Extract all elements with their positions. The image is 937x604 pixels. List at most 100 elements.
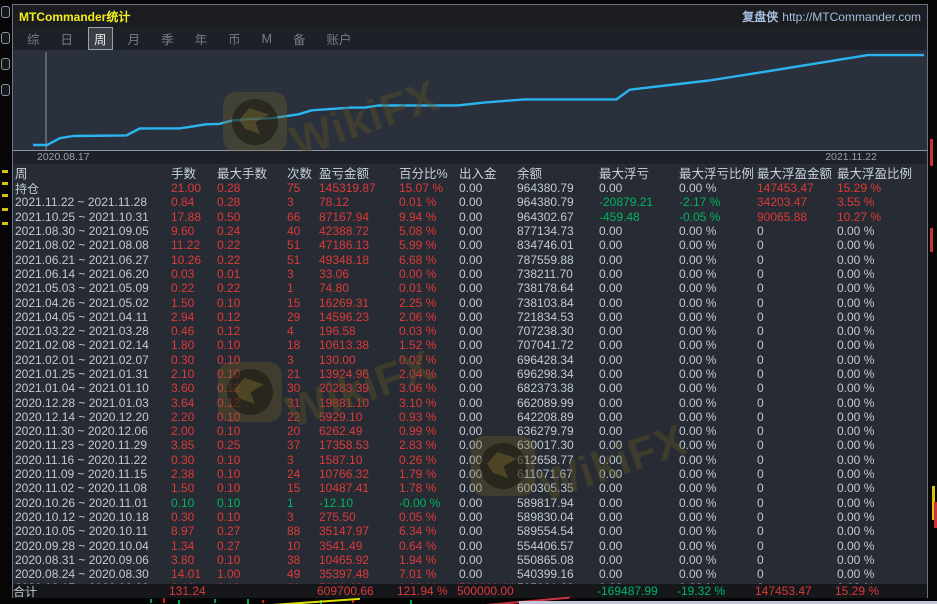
table-row[interactable]: 2021.02.01 ~ 2021.02.070.300.103130.000.… — [15, 353, 927, 367]
cell-deposit: 500000.00 — [457, 584, 515, 598]
cell-pnl: 10613.38 — [319, 338, 399, 352]
cell-deposit: 0.00 — [459, 553, 517, 567]
cell-period: 2020.10.12 ~ 2020.10.18 — [15, 510, 171, 524]
cell-lots: 1.34 — [171, 539, 217, 553]
cell-max_float_profit: 147453.47 — [757, 181, 837, 195]
table-row[interactable]: 合计131.24609700.66121.94 %500000.00-16948… — [13, 584, 927, 598]
menu-item-月[interactable]: 月 — [122, 27, 147, 50]
table-row[interactable]: 2021.06.14 ~ 2021.06.200.030.01333.060.0… — [15, 267, 927, 281]
cell-lots: 2.20 — [171, 410, 217, 424]
table-row[interactable]: 2020.10.12 ~ 2020.10.180.300.103275.500.… — [15, 510, 927, 524]
cell-max_float_profit: 0 — [757, 238, 837, 252]
cell-period: 2020.08.31 ~ 2020.09.06 — [15, 553, 171, 567]
table-row[interactable]: 持仓21.000.2875145319.8715.07 %0.00964380.… — [15, 181, 927, 195]
cell-max_lots: 0.10 — [217, 481, 287, 495]
cell-pct: 3.06 % — [399, 381, 459, 395]
menu-item-季[interactable]: 季 — [155, 27, 180, 50]
cell-deposit: 0.00 — [459, 267, 517, 281]
menu-item-M[interactable]: M — [256, 30, 278, 48]
table-row[interactable]: 2020.11.16 ~ 2020.11.220.300.1031587.100… — [15, 453, 927, 467]
table-row[interactable]: 2021.04.05 ~ 2021.04.112.940.122914596.2… — [15, 310, 927, 324]
cell-period: 2021.02.01 ~ 2021.02.07 — [15, 353, 171, 367]
cell-pnl: 5929.10 — [319, 410, 399, 424]
table-row[interactable]: 2021.11.22 ~ 2021.11.280.840.28378.120.0… — [15, 195, 927, 209]
cell-period: 2021.01.25 ~ 2021.01.31 — [15, 367, 171, 381]
cell-period: 2021.10.25 ~ 2021.10.31 — [15, 210, 171, 224]
cell-deposit: 0.00 — [459, 296, 517, 310]
table-row[interactable]: 2021.01.25 ~ 2021.01.312.100.102113924.9… — [15, 367, 927, 381]
table-row[interactable]: 2020.10.05 ~ 2020.10.118.970.278835147.9… — [15, 524, 927, 538]
table-row[interactable]: 2021.02.08 ~ 2021.02.141.800.101810613.3… — [15, 338, 927, 352]
cell-max_float_profit: 0 — [757, 310, 837, 324]
menu-item-综[interactable]: 综 — [21, 27, 46, 50]
cell-deposit: 0.00 — [459, 253, 517, 267]
cell-max_float_loss_pct: 0.00 % — [679, 453, 757, 467]
cell-max_lots: 0.28 — [217, 181, 287, 195]
table-row[interactable]: 2020.09.28 ~ 2020.10.041.340.27103541.49… — [15, 538, 927, 552]
cell-period: 2020.11.16 ~ 2020.11.22 — [15, 453, 171, 467]
cell-balance: 682373.38 — [517, 381, 599, 395]
cell-max_float_profit_pct: 10.27 % — [837, 210, 927, 224]
menu-item-账户[interactable]: 账户 — [321, 27, 358, 50]
cell-count: 15 — [287, 296, 319, 310]
cell-max_float_loss: 0.00 — [599, 338, 679, 352]
cell-max_float_loss: 0.00 — [599, 367, 679, 381]
cell-period: 2020.11.09 ~ 2020.11.15 — [15, 467, 171, 481]
table-row[interactable]: 2021.04.26 ~ 2021.05.021.500.101516269.3… — [15, 295, 927, 309]
cell-deposit: 0.00 — [459, 396, 517, 410]
menu-item-备[interactable]: 备 — [287, 27, 312, 50]
cell-max_float_loss: 0.00 — [599, 553, 679, 567]
cell-max_float_loss_pct: 0.00 % — [679, 381, 757, 395]
brand-url[interactable]: http://MTCommander.com — [782, 10, 921, 24]
table-row[interactable]: 2020.11.02 ~ 2020.11.081.500.101510487.4… — [15, 481, 927, 495]
table-row[interactable]: 2020.11.23 ~ 2020.11.293.850.253717358.5… — [15, 438, 927, 452]
table-row[interactable]: 2020.11.30 ~ 2020.12.062.000.10206262.49… — [15, 424, 927, 438]
cell-count: 51 — [287, 238, 319, 252]
table-row[interactable]: 2020.12.14 ~ 2020.12.202.200.10225929.10… — [15, 410, 927, 424]
cell-period: 2021.08.02 ~ 2021.08.08 — [15, 238, 171, 252]
cell-max_float_loss_pct: 0.00 % — [679, 481, 757, 495]
table-row[interactable]: 2021.03.22 ~ 2021.03.280.460.124196.580.… — [15, 324, 927, 338]
cell-balance: 642208.89 — [517, 410, 599, 424]
equity-curve-line — [33, 55, 924, 145]
cell-max_lots: 0.01 — [217, 267, 287, 281]
cell-pnl: 196.58 — [319, 324, 399, 338]
menu-item-周[interactable]: 周 — [88, 27, 113, 50]
cell-lots: 1.50 — [171, 296, 217, 310]
cell-deposit: 0.00 — [459, 281, 517, 295]
table-row[interactable]: 2020.11.09 ~ 2020.11.152.380.102410766.3… — [15, 467, 927, 481]
cell-pct: 6.34 % — [399, 524, 459, 538]
table-row[interactable]: 2021.05.03 ~ 2021.05.090.220.22174.800.0… — [15, 281, 927, 295]
table-row[interactable]: 2021.08.02 ~ 2021.08.0811.220.225147186.… — [15, 238, 927, 252]
table-row[interactable]: 2020.10.26 ~ 2020.11.010.100.101-12.10-0… — [15, 496, 927, 510]
cell-count: 21 — [287, 367, 319, 381]
cell-max_lots: 0.24 — [217, 224, 287, 238]
table-row[interactable]: 2020.08.31 ~ 2020.09.063.800.103810465.9… — [15, 553, 927, 567]
cell-max_float_loss: 0.00 — [599, 281, 679, 295]
cell-period: 2020.11.23 ~ 2020.11.29 — [15, 438, 171, 452]
cell-deposit: 0.00 — [459, 410, 517, 424]
cell-max_float_loss_pct: 0.00 % — [679, 510, 757, 524]
table-row[interactable]: 2020.12.28 ~ 2021.01.033.640.123119881.1… — [15, 395, 927, 409]
title-bar: MTCommander统计 复盘侠http://MTCommander.com — [13, 5, 927, 27]
table-row[interactable]: 2021.10.25 ~ 2021.10.3117.880.506687167.… — [15, 210, 927, 224]
table-row[interactable]: 2021.08.30 ~ 2021.09.059.600.244042388.7… — [15, 224, 927, 238]
cell-count: 49 — [287, 567, 319, 581]
cell-max_lots: 1.00 — [217, 567, 287, 581]
cell-pct: -0.00 % — [399, 496, 459, 510]
cell-period: 2020.11.02 ~ 2020.11.08 — [15, 481, 171, 495]
cell-balance: 738178.64 — [517, 281, 599, 295]
cell-max_float_profit: 147453.47 — [755, 584, 835, 598]
table-row[interactable]: 2021.06.21 ~ 2021.06.2710.260.225149348.… — [15, 252, 927, 266]
cell-max_float_loss: 0.00 — [599, 253, 679, 267]
screen: MTCommander统计 复盘侠http://MTCommander.com … — [0, 0, 937, 604]
menu-item-日[interactable]: 日 — [55, 27, 80, 50]
menu-item-年[interactable]: 年 — [189, 27, 214, 50]
table-row[interactable]: 2020.08.24 ~ 2020.08.3014.011.004935397.… — [15, 567, 927, 581]
menu-item-币[interactable]: 币 — [222, 27, 247, 50]
cell-max_float_loss_pct: 0.00 % — [679, 424, 757, 438]
table-row[interactable]: 2021.01.04 ~ 2021.01.103.600.123020283.3… — [15, 381, 927, 395]
cell-max_lots: 0.25 — [217, 438, 287, 452]
background-chart-mark — [2, 222, 8, 225]
brand-link[interactable]: 复盘侠http://MTCommander.com — [742, 8, 921, 25]
